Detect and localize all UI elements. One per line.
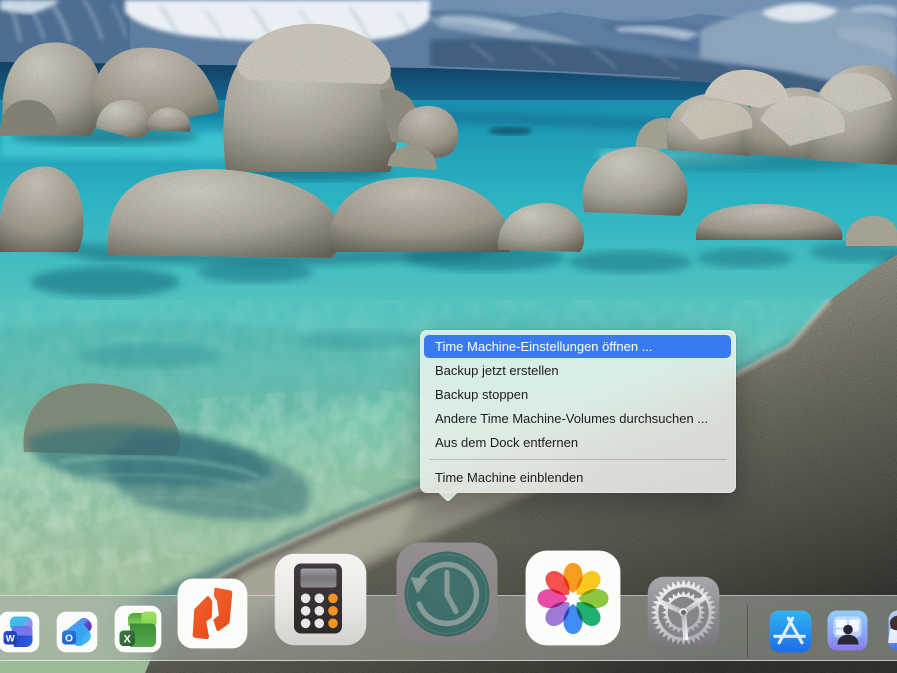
- svg-text:X: X: [124, 634, 132, 646]
- svg-text:W: W: [6, 634, 15, 645]
- svg-text:O: O: [65, 634, 73, 645]
